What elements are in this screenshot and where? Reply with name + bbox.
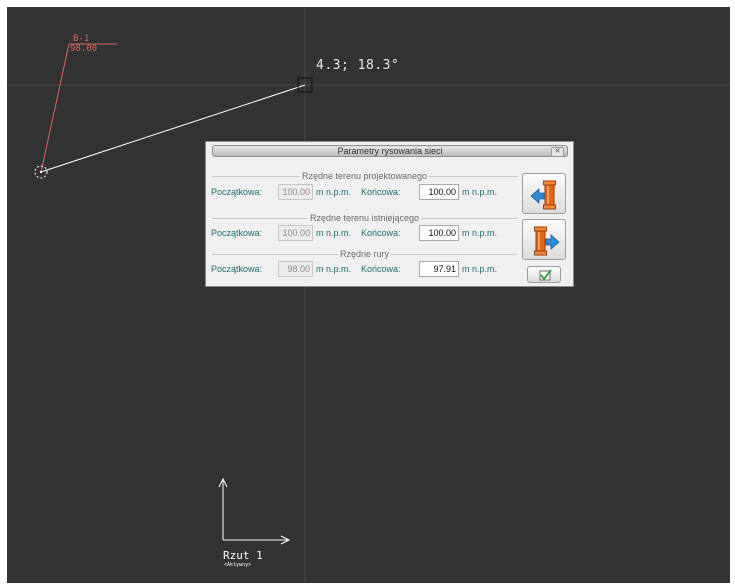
pipe-arrow-left-icon <box>530 180 556 210</box>
node-code-label: B-1 <box>73 34 90 44</box>
ok-button[interactable] <box>527 266 561 283</box>
terrain-existing-end-field[interactable] <box>419 225 459 241</box>
section-title: Rzędne terenu istniejącego <box>307 213 422 223</box>
unit-label: m n.p.m. <box>462 228 498 238</box>
dialog-title: Parametry rysowania sieci <box>337 146 443 156</box>
view-name-label: Rzut 1 <box>223 549 263 562</box>
cursor-dimension-readout: 4.3; 18.3° <box>316 58 400 73</box>
unit-label: m n.p.m. <box>316 264 352 274</box>
close-icon[interactable]: ✕ <box>551 147 564 157</box>
drawing-svg <box>7 7 730 583</box>
section-title: Rzędne terenu projektowanego <box>299 171 430 181</box>
section-pipe: Rzędne rury <box>212 249 517 259</box>
pipe-arrow-right-icon <box>534 226 560 256</box>
drawing-canvas[interactable]: B-1 98.00 4.3; 18.3° Rzut 1 <Aktywny> Pa… <box>7 7 730 583</box>
unit-label: m n.p.m. <box>462 264 498 274</box>
start-elevation-label: Początkowa: <box>211 187 263 197</box>
previous-segment-button[interactable] <box>522 173 566 214</box>
section-terrain-existing: Rzędne terenu istniejącego <box>212 213 517 223</box>
node-leader-line <box>40 43 70 173</box>
terrain-designed-start-field <box>278 184 313 200</box>
section-title: Rzędne rury <box>337 249 392 259</box>
unit-label: m n.p.m. <box>316 228 352 238</box>
pipe-end-field[interactable] <box>419 261 459 277</box>
pipe-start-field <box>278 261 313 277</box>
network-drawing-parameters-dialog: Parametry rysowania sieci ✕ Rzędne teren… <box>205 141 574 287</box>
unit-label: m n.p.m. <box>462 187 498 197</box>
dialog-titlebar[interactable]: Parametry rysowania sieci ✕ <box>212 145 568 157</box>
unit-label: m n.p.m. <box>316 187 352 197</box>
start-elevation-label: Początkowa: <box>211 228 263 238</box>
end-elevation-label: Końcowa: <box>361 228 401 238</box>
end-elevation-label: Końcowa: <box>361 187 401 197</box>
start-elevation-label: Początkowa: <box>211 264 263 274</box>
checkbox-check-icon <box>539 269 552 281</box>
terrain-designed-end-field[interactable] <box>419 184 459 200</box>
section-terrain-designed: Rzędne terenu projektowanego <box>212 171 517 181</box>
terrain-existing-start-field <box>278 225 313 241</box>
node-elevation-label: 98.00 <box>70 44 98 54</box>
end-elevation-label: Końcowa: <box>361 264 401 274</box>
next-segment-button[interactable] <box>522 219 566 260</box>
view-status-label: <Aktywny> <box>224 562 252 568</box>
